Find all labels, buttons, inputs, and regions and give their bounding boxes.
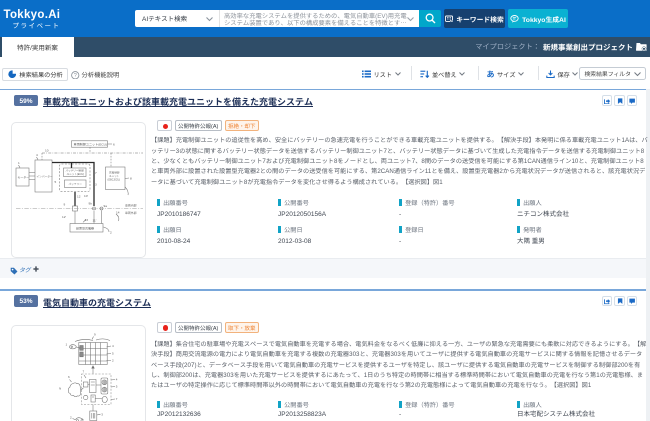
svg-text:12': 12' bbox=[62, 214, 66, 219]
svg-text:10: 10 bbox=[45, 147, 49, 152]
svg-text:4: 4 bbox=[36, 152, 38, 157]
svg-text:5: 5 bbox=[112, 352, 114, 356]
svg-text:モーター: モーター bbox=[18, 176, 30, 180]
svg-text:車両内部: 車両内部 bbox=[125, 204, 137, 208]
svg-text:7: 7 bbox=[95, 170, 97, 175]
svg-text:5: 5 bbox=[55, 179, 57, 184]
svg-text:9: 9 bbox=[64, 202, 66, 207]
svg-text:(OBC,ECU): (OBC,ECU) bbox=[108, 178, 121, 182]
svg-text:4: 4 bbox=[116, 378, 118, 382]
svg-text:3: 3 bbox=[101, 413, 103, 417]
svg-text:9: 9 bbox=[94, 333, 96, 337]
svg-text:1: 1 bbox=[18, 160, 20, 165]
svg-text:1: 1 bbox=[66, 343, 68, 347]
svg-text:13: 13 bbox=[85, 217, 89, 222]
svg-text:2: 2 bbox=[112, 359, 114, 363]
svg-text:12: 12 bbox=[77, 194, 81, 199]
svg-text:2: 2 bbox=[110, 230, 112, 235]
svg-text:10': 10' bbox=[84, 193, 88, 198]
svg-text:車両制御ユニット(ECU): 車両制御ユニット(ECU) bbox=[74, 142, 107, 147]
svg-text:5: 5 bbox=[116, 385, 118, 389]
svg-text:N: N bbox=[59, 387, 61, 391]
svg-text:2: 2 bbox=[70, 416, 72, 420]
svg-text:6: 6 bbox=[68, 375, 70, 379]
svg-text:インバーター: インバーター bbox=[37, 175, 53, 179]
svg-text:4: 4 bbox=[112, 344, 114, 348]
svg-text:7: 7 bbox=[83, 370, 85, 374]
svg-text:6: 6 bbox=[113, 141, 115, 146]
svg-text:8: 8 bbox=[130, 176, 132, 181]
svg-text:14: 14 bbox=[116, 210, 120, 215]
svg-text:11': 11' bbox=[93, 218, 97, 223]
svg-text:設置型充電器: 設置型充電器 bbox=[76, 226, 94, 230]
svg-text:9a: 9a bbox=[104, 203, 108, 208]
svg-text:バッテリー: バッテリー bbox=[69, 182, 83, 186]
svg-text:3: 3 bbox=[95, 182, 97, 187]
svg-text:9b: 9b bbox=[89, 201, 93, 206]
svg-text:ユニット(ECU): ユニット(ECU) bbox=[67, 172, 85, 176]
svg-text:7: 7 bbox=[116, 397, 118, 401]
svg-text:?: ? bbox=[74, 73, 77, 79]
svg-text:車両外部: 車両外部 bbox=[125, 211, 137, 215]
